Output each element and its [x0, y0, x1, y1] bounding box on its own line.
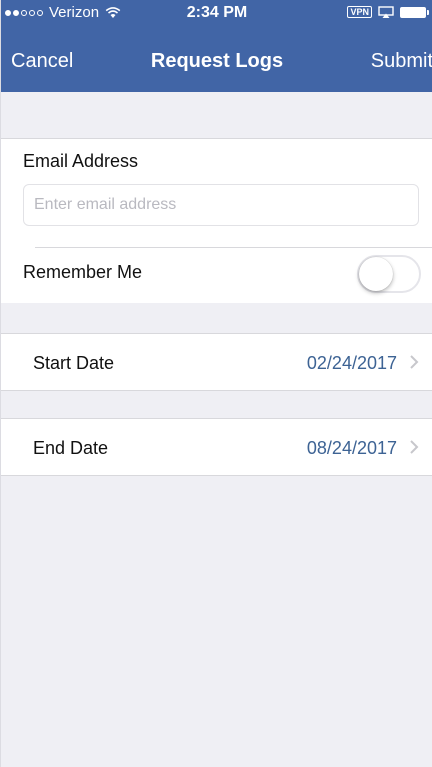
start-date-label: Start Date	[33, 353, 115, 373]
battery-tip	[427, 9, 429, 15]
remember-me-toggle[interactable]	[357, 255, 421, 293]
chevron-right-icon	[410, 355, 419, 369]
chevron-right-icon	[410, 440, 419, 454]
submit-button[interactable]: Submit	[371, 50, 432, 73]
email-section: Email Address Remember Me	[1, 138, 432, 303]
end-date-label: End Date	[33, 438, 109, 458]
request-logs-screen: Verizon 2:34 PM VPN Cancel Request Logs …	[0, 0, 432, 767]
airplay-icon	[378, 6, 394, 18]
toggle-knob	[359, 257, 393, 291]
end-date-row[interactable]: End Date 08/24/2017	[1, 418, 432, 476]
end-date-value: 08/24/2017	[306, 438, 397, 458]
email-field[interactable]	[23, 184, 419, 226]
start-date-row[interactable]: Start Date 02/24/2017	[1, 333, 432, 391]
battery-icon	[400, 6, 429, 18]
status-right: VPN	[347, 6, 429, 18]
divider	[35, 247, 432, 248]
vpn-badge: VPN	[347, 6, 372, 18]
page-title: Request Logs	[150, 50, 284, 72]
remember-me-label: Remember Me	[23, 262, 143, 282]
start-date-value: 02/24/2017	[306, 353, 397, 373]
email-label: Email Address	[23, 151, 139, 171]
battery-body	[400, 6, 426, 18]
status-bar: Verizon 2:34 PM VPN	[1, 0, 432, 32]
app-header: Verizon 2:34 PM VPN Cancel Request Logs …	[1, 0, 432, 92]
nav-bar: Cancel Request Logs Submit	[1, 32, 432, 92]
